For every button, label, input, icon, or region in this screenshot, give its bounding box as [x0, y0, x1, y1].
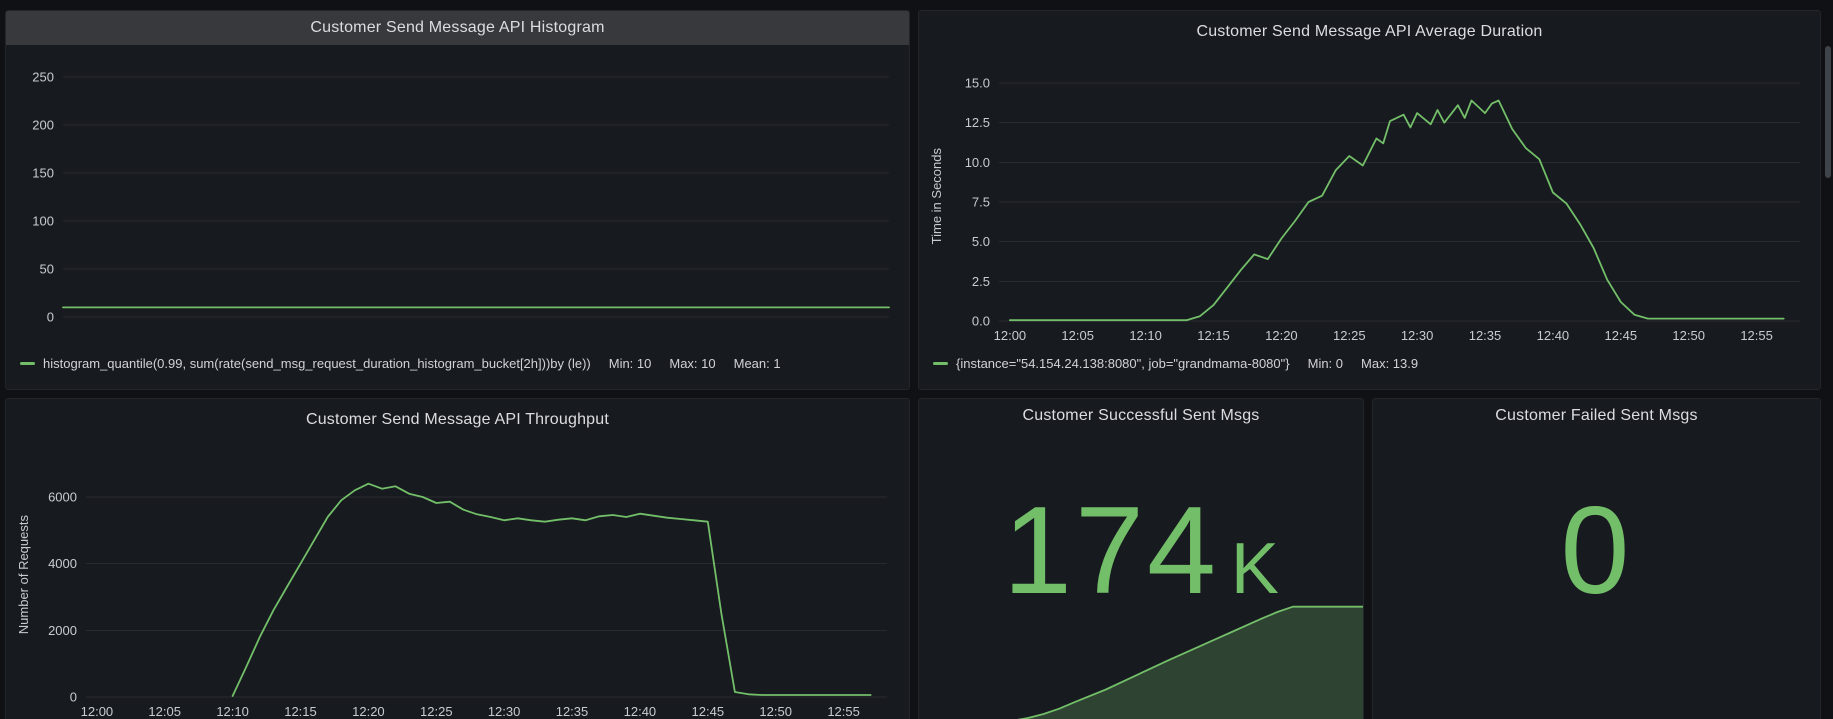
- x-axis-tick-label: 12:10: [1129, 328, 1162, 343]
- y-axis-tick-label: 2000: [48, 623, 77, 638]
- y-axis-tick-label: 4000: [48, 556, 77, 571]
- legend-max-value: Max: 13.9: [1361, 356, 1418, 371]
- throughput-chart[interactable]: 0 2000 4000 6000 12:00 12:05 12:10 12:15 12:20 12…: [30, 447, 899, 719]
- x-axis-tick-label: 12:05: [148, 704, 181, 719]
- y-axis-tick-label: 0: [70, 690, 77, 705]
- legend-max-value: Max: 10: [669, 356, 715, 371]
- y-axis-label: Time in Seconds: [929, 148, 944, 244]
- x-axis-tick-label: 12:35: [556, 704, 589, 719]
- x-axis-tick-label: 12:25: [1333, 328, 1366, 343]
- x-axis-tick-label: 12:00: [81, 704, 114, 719]
- x-axis-tick-label: 12:45: [1605, 328, 1638, 343]
- y-axis-tick-label: 15.0: [965, 76, 990, 91]
- x-axis-tick-label: 12:10: [216, 704, 249, 719]
- x-axis-tick-label: 12:40: [1537, 328, 1570, 343]
- y-axis-tick-label: 200: [32, 118, 54, 133]
- series-line[interactable]: [233, 484, 871, 696]
- x-axis-tick-label: 12:15: [284, 704, 317, 719]
- successful-msgs-value: 174: [1003, 489, 1219, 613]
- page-scrollbar[interactable]: [1824, 0, 1832, 719]
- avg_duration-svg: 0.0 2.5 5.0 7.5 10.0 12.5 15.0 12:00 12:05 12:10 1…: [943, 59, 1810, 351]
- y-axis-tick-label: 12.5: [965, 115, 990, 130]
- y-axis-tick-label: 7.5: [972, 195, 990, 210]
- legend-series-label[interactable]: histogram_quantile(0.99, sum(rate(send_m…: [43, 356, 591, 371]
- series-line[interactable]: [1010, 101, 1784, 321]
- y-axis-tick-label: 150: [32, 166, 54, 181]
- legend-mean-value: Mean: 1: [734, 356, 781, 371]
- x-axis-tick-label: 12:15: [1197, 328, 1230, 343]
- x-axis-tick-label: 12:30: [1401, 328, 1434, 343]
- successful-msgs-unit: K: [1231, 533, 1279, 605]
- legend-series-label[interactable]: {instance="54.154.24.138:8080", job="gra…: [956, 356, 1290, 371]
- series-area: [919, 607, 1363, 719]
- page-scrollbar-thumb[interactable]: [1825, 46, 1831, 178]
- y-axis-tick-label: 5.0: [972, 234, 990, 249]
- x-axis-tick-label: 12:35: [1469, 328, 1502, 343]
- histogram-chart[interactable]: 0 50 100 150 200 250: [8, 51, 901, 333]
- panel-avg-duration: Customer Send Message API Average Durati…: [918, 10, 1821, 390]
- panel-successful-msgs-title[interactable]: Customer Successful Sent Msgs: [919, 399, 1363, 425]
- panel-successful-msgs: Customer Successful Sent Msgs 174 K: [918, 398, 1364, 719]
- success_sparkline-svg: [919, 604, 1363, 719]
- histogram-legend: histogram_quantile(0.99, sum(rate(send_m…: [20, 356, 901, 371]
- y-axis-tick-label: 0.0: [972, 314, 990, 329]
- x-axis-tick-label: 12:25: [420, 704, 453, 719]
- panel-histogram-header[interactable]: Customer Send Message API Histogram: [6, 11, 909, 45]
- x-axis-tick-label: 12:50: [759, 704, 792, 719]
- y-axis-tick-label: 0: [47, 310, 54, 325]
- panel-histogram: Customer Send Message API Histogram 0 50 1…: [5, 10, 910, 390]
- panel-avg-duration-title[interactable]: Customer Send Message API Average Durati…: [919, 11, 1820, 41]
- x-axis-tick-label: 12:00: [994, 328, 1027, 343]
- x-axis-tick-label: 12:30: [488, 704, 521, 719]
- y-axis-label: Number of Requests: [16, 515, 31, 634]
- x-axis-tick-label: 12:20: [1265, 328, 1298, 343]
- x-axis-tick-label: 12:50: [1672, 328, 1705, 343]
- failed-msgs-value: 0: [1561, 489, 1633, 613]
- panel-failed-msgs: Customer Failed Sent Msgs 0: [1372, 398, 1821, 719]
- successful-msgs-sparkline[interactable]: [919, 604, 1363, 719]
- x-axis-tick-label: 12:20: [352, 704, 385, 719]
- avg-duration-chart[interactable]: 0.0 2.5 5.0 7.5 10.0 12.5 15.0 12:00 12:05 12:10 1…: [943, 59, 1810, 351]
- legend-min-value: Min: 10: [609, 356, 652, 371]
- grafana-dashboard: Customer Send Message API Histogram 0 50 1…: [0, 0, 1833, 719]
- stat-display: 174 K: [919, 489, 1363, 613]
- panel-failed-msgs-title[interactable]: Customer Failed Sent Msgs: [1373, 399, 1820, 425]
- legend-series-swatch: [933, 362, 948, 365]
- panel-throughput-title[interactable]: Customer Send Message API Throughput: [6, 399, 909, 429]
- x-axis-tick-label: 12:40: [624, 704, 657, 719]
- y-axis-tick-label: 50: [40, 262, 54, 277]
- stat-display: 0: [1373, 489, 1820, 613]
- x-axis-tick-label: 12:55: [827, 704, 860, 719]
- y-axis-tick-label: 250: [32, 70, 54, 85]
- legend-series-swatch: [20, 362, 35, 365]
- panel-histogram-title[interactable]: Customer Send Message API Histogram: [6, 11, 909, 45]
- y-axis-tick-label: 10.0: [965, 155, 990, 170]
- throughput-svg: 0 2000 4000 6000 12:00 12:05 12:10 12:15 12:20 12…: [30, 447, 899, 719]
- histogram-svg: 0 50 100 150 200 250: [8, 51, 901, 333]
- x-axis-tick-label: 12:45: [692, 704, 725, 719]
- avg-duration-legend: {instance="54.154.24.138:8080", job="gra…: [933, 356, 1812, 371]
- x-axis-tick-label: 12:55: [1740, 328, 1773, 343]
- panel-throughput: Customer Send Message API Throughput Num…: [5, 398, 910, 719]
- y-axis-tick-label: 6000: [48, 490, 77, 505]
- x-axis-tick-label: 12:05: [1061, 328, 1094, 343]
- legend-min-value: Min: 0: [1308, 356, 1343, 371]
- y-axis-tick-label: 2.5: [972, 274, 990, 289]
- y-axis-tick-label: 100: [32, 214, 54, 229]
